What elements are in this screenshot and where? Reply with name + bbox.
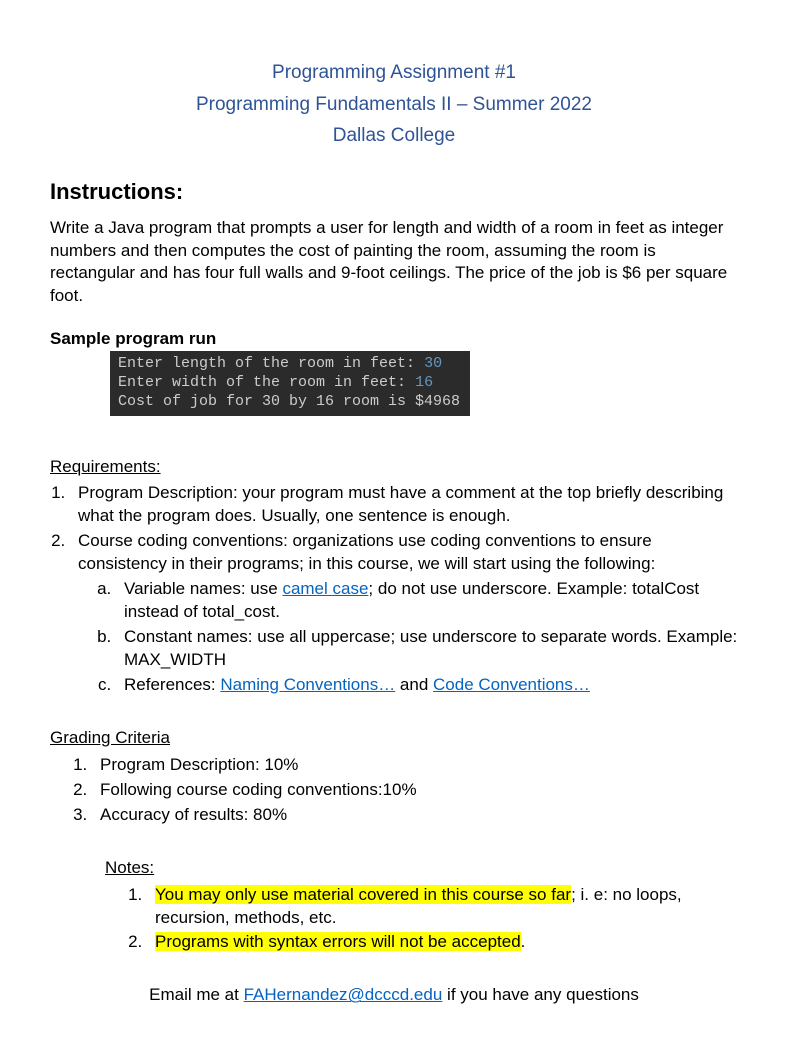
footer-contact: Email me at FAHernandez@dcccd.edu if you…	[50, 984, 738, 1007]
notes-item-1: You may only use material covered in thi…	[147, 884, 738, 930]
requirement-sub-c: References: Naming Conventions… and Code…	[116, 674, 738, 697]
email-link[interactable]: FAHernandez@dcccd.edu	[244, 985, 443, 1004]
instructions-heading: Instructions:	[50, 177, 738, 207]
notes-heading: Notes:	[105, 857, 738, 880]
grading-item-2: Following course coding conventions:10%	[92, 779, 738, 802]
camel-case-link[interactable]: camel case	[282, 579, 368, 598]
console-output: Enter length of the room in feet: 30 Ent…	[110, 351, 470, 415]
requirement-item-1: Program Description: your program must h…	[70, 482, 738, 528]
header-institution: Dallas College	[50, 123, 738, 149]
grading-heading: Grading Criteria	[50, 727, 738, 750]
code-conventions-link[interactable]: Code Conventions…	[433, 675, 590, 694]
grading-item-1: Program Description: 10%	[92, 754, 738, 777]
requirement-sub-a: Variable names: use camel case; do not u…	[116, 578, 738, 624]
requirement-item-2: Course coding conventions: organizations…	[70, 530, 738, 697]
requirements-sublist: Variable names: use camel case; do not u…	[116, 578, 738, 697]
sample-run-heading: Sample program run	[50, 328, 738, 351]
notes-item-2: Programs with syntax errors will not be …	[147, 931, 738, 954]
instructions-body: Write a Java program that prompts a user…	[50, 217, 738, 309]
notes-section: Notes: You may only use material covered…	[105, 857, 738, 955]
notes-list: You may only use material covered in thi…	[147, 884, 738, 955]
grading-item-3: Accuracy of results: 80%	[92, 804, 738, 827]
grading-list: Program Description: 10% Following cours…	[92, 754, 738, 827]
console-line-3: Cost of job for 30 by 16 room is $4968	[118, 393, 462, 412]
requirement-sub-b: Constant names: use all uppercase; use u…	[116, 626, 738, 672]
document-header: Programming Assignment #1 Programming Fu…	[50, 60, 738, 149]
header-assignment-title: Programming Assignment #1	[50, 60, 738, 86]
console-line-1: Enter length of the room in feet: 30	[118, 355, 462, 374]
requirements-heading: Requirements:	[50, 456, 738, 479]
header-course-title: Programming Fundamentals II – Summer 202…	[50, 92, 738, 118]
requirements-list: Program Description: your program must h…	[70, 482, 738, 696]
console-line-2: Enter width of the room in feet: 16	[118, 374, 462, 393]
naming-conventions-link[interactable]: Naming Conventions…	[220, 675, 395, 694]
